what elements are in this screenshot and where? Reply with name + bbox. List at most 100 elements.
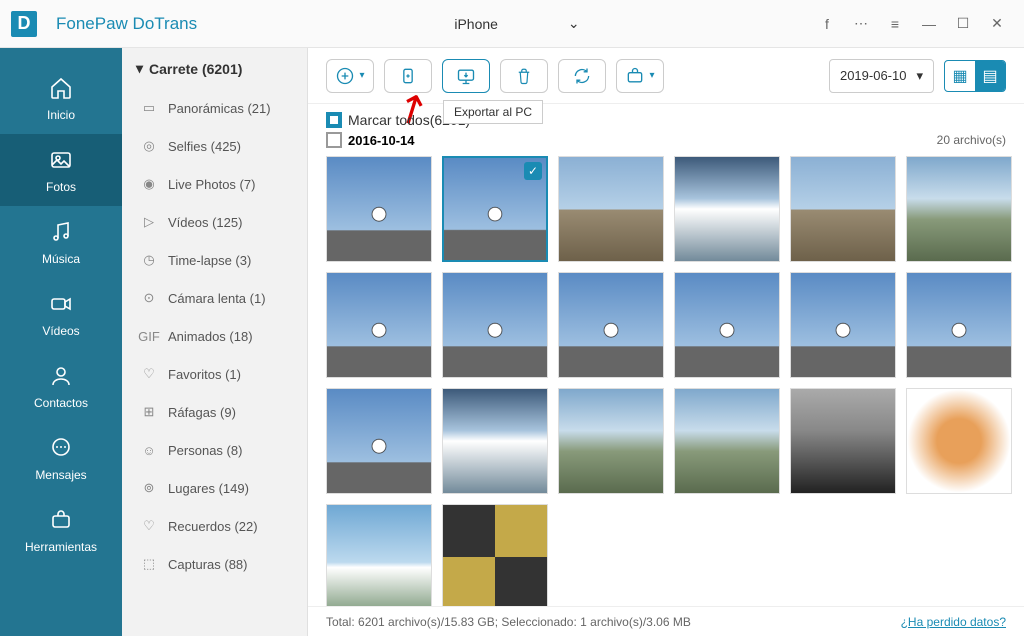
nav-contactos[interactable]: Contactos xyxy=(0,350,122,422)
person-icon: ☺ xyxy=(140,441,158,459)
category-item[interactable]: ⊚Lugares (149) xyxy=(122,469,307,507)
date-filter[interactable]: 2019-06-10 ▾ xyxy=(829,59,934,93)
toolbar: ▾ Exportar al PC ↗ ▾ 2019-06-10 ▾ ▦ ▤ xyxy=(308,48,1024,104)
photo-thumbnail[interactable] xyxy=(326,272,432,378)
photo-thumbnail[interactable] xyxy=(442,504,548,606)
photo-thumbnail[interactable] xyxy=(558,272,664,378)
photo-thumbnail[interactable] xyxy=(674,388,780,494)
photo-thumbnail[interactable] xyxy=(906,272,1012,378)
grid-view-button[interactable]: ▦ xyxy=(945,61,975,91)
minimize-button[interactable]: — xyxy=(914,9,944,39)
titlebar: D FonePaw DoTrans iPhone ⌄ f ⋯ ≡ — ☐ ✕ xyxy=(0,0,1024,48)
livephoto-icon: ◉ xyxy=(140,175,158,193)
nav-label: Vídeos xyxy=(42,324,79,338)
nav-videos[interactable]: Vídeos xyxy=(0,278,122,350)
category-item[interactable]: ☺ Personas (8) xyxy=(122,431,307,469)
category-item[interactable]: ◷Time-lapse (3) xyxy=(122,241,307,279)
tools-icon xyxy=(47,506,75,534)
capture-icon: ⬚ xyxy=(140,555,158,573)
app-logo: D xyxy=(0,0,48,48)
device-selector[interactable]: iPhone ⌄ xyxy=(444,15,579,32)
content-area: Marcar todos(6201) 2016-10-14 20 archivo… xyxy=(308,104,1024,606)
pin-icon: ⊚ xyxy=(140,479,158,497)
add-button[interactable]: ▾ xyxy=(326,59,374,93)
nav-inicio[interactable]: Inicio xyxy=(0,62,122,134)
data-recovery-link[interactable]: ¿Ha perdido datos? xyxy=(901,615,1006,629)
category-item[interactable]: ◎Selfies (425) xyxy=(122,127,307,165)
category-item[interactable]: ♡ Favoritos (1) xyxy=(122,355,307,393)
nav-label: Contactos xyxy=(34,396,88,410)
category-item[interactable]: ▭Panorámicas (21) xyxy=(122,89,307,127)
chevron-down-icon: ⌄ xyxy=(568,15,580,32)
category-item[interactable]: ◉ Live Photos (7) xyxy=(122,165,307,203)
app-title: FonePaw DoTrans xyxy=(56,14,197,34)
category-label: Live Photos (7) xyxy=(168,177,255,192)
list-view-button[interactable]: ▤ xyxy=(975,61,1005,91)
view-toggle: ▦ ▤ xyxy=(944,60,1006,92)
category-item[interactable]: ⬚ Capturas (88) xyxy=(122,545,307,583)
category-label: Capturas (88) xyxy=(168,557,247,572)
photo-thumbnail[interactable] xyxy=(326,388,432,494)
date-group-header[interactable]: 2016-10-14 20 archivo(s) xyxy=(326,132,1006,148)
maximize-button[interactable]: ☐ xyxy=(948,9,978,39)
photo-grid xyxy=(326,156,1006,606)
photo-thumbnail[interactable] xyxy=(326,156,432,262)
delete-button[interactable] xyxy=(500,59,548,93)
device-name: iPhone xyxy=(454,16,498,32)
category-header[interactable]: ▾ Carrete (6201) xyxy=(122,48,307,89)
export-to-device-button[interactable] xyxy=(384,59,432,93)
select-all-checkbox[interactable]: Marcar todos(6201) xyxy=(326,112,1006,128)
nav-label: Herramientas xyxy=(25,540,97,554)
toolbox-button[interactable]: ▾ xyxy=(616,59,664,93)
category-label: Panorámicas (21) xyxy=(168,101,271,116)
photo-thumbnail[interactable] xyxy=(790,272,896,378)
export-to-pc-button[interactable]: Exportar al PC ↗ xyxy=(442,59,490,93)
nav-herramientas[interactable]: Herramientas xyxy=(0,494,122,566)
status-text: Total: 6201 archivo(s)/15.83 GB; Selecci… xyxy=(326,615,691,629)
sidebar: Inicio Fotos Música Vídeos Contactos Men… xyxy=(0,48,122,636)
share-icon[interactable]: f xyxy=(812,9,842,39)
nav-musica[interactable]: Música xyxy=(0,206,122,278)
category-label: Animados (18) xyxy=(168,329,253,344)
category-label: Recuerdos (22) xyxy=(168,519,258,534)
photo-thumbnail[interactable] xyxy=(790,388,896,494)
status-bar: Total: 6201 archivo(s)/15.83 GB; Selecci… xyxy=(308,606,1024,636)
photo-thumbnail[interactable] xyxy=(674,272,780,378)
nav-mensajes[interactable]: Mensajes xyxy=(0,422,122,494)
messages-icon xyxy=(47,434,75,462)
video-icon xyxy=(47,290,75,318)
nav-label: Inicio xyxy=(47,108,75,122)
heart-icon: ♡ xyxy=(140,365,158,383)
photo-thumbnail[interactable] xyxy=(442,388,548,494)
gif-icon: GIF xyxy=(140,327,158,345)
category-item[interactable]: GIF Animados (18) xyxy=(122,317,307,355)
photo-thumbnail[interactable] xyxy=(906,388,1012,494)
memory-icon: ♡ xyxy=(140,517,158,535)
photo-thumbnail[interactable] xyxy=(442,272,548,378)
category-item[interactable]: ▷Vídeos (125) xyxy=(122,203,307,241)
refresh-button[interactable] xyxy=(558,59,606,93)
photo-thumbnail[interactable] xyxy=(326,504,432,606)
photo-thumbnail[interactable] xyxy=(906,156,1012,262)
category-label: Personas (8) xyxy=(168,443,242,458)
photo-thumbnail[interactable] xyxy=(674,156,780,262)
checkbox-icon xyxy=(326,132,342,148)
home-icon xyxy=(47,74,75,102)
category-item[interactable]: ♡ Recuerdos (22) xyxy=(122,507,307,545)
nav-fotos[interactable]: Fotos xyxy=(0,134,122,206)
tooltip: Exportar al PC xyxy=(443,100,543,124)
feedback-icon[interactable]: ⋯ xyxy=(846,9,876,39)
category-item[interactable]: ⊙Cámara lenta (1) xyxy=(122,279,307,317)
menu-icon[interactable]: ≡ xyxy=(880,9,910,39)
close-button[interactable]: ✕ xyxy=(982,9,1012,39)
video-icon: ▷ xyxy=(140,213,158,231)
category-panel: ▾ Carrete (6201) ▭Panorámicas (21)◎Selfi… xyxy=(122,48,308,636)
category-label: Favoritos (1) xyxy=(168,367,241,382)
category-label: Time-lapse (3) xyxy=(168,253,251,268)
photo-thumbnail[interactable] xyxy=(558,388,664,494)
photo-thumbnail[interactable] xyxy=(442,156,548,262)
photo-thumbnail[interactable] xyxy=(790,156,896,262)
nav-label: Mensajes xyxy=(35,468,86,482)
category-item[interactable]: ⊞Ráfagas (9) xyxy=(122,393,307,431)
photo-thumbnail[interactable] xyxy=(558,156,664,262)
